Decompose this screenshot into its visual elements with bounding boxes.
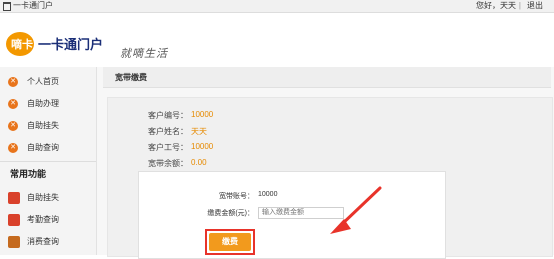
logo-badge-text: 嘀卡 xyxy=(11,37,33,51)
sidebar-item-label: 自助挂失 xyxy=(27,121,59,130)
customer-name-label: 客户姓名： xyxy=(148,127,188,136)
sidebar-item-label: 自助查询 xyxy=(27,143,59,152)
customer-name-value: 天天 xyxy=(191,127,207,136)
broadband-account-value: 10000 xyxy=(258,191,278,198)
customer-staff-id-label: 客户工号： xyxy=(148,143,188,152)
customer-id-value: 10000 xyxy=(191,110,214,119)
x-circle-icon: ✕ xyxy=(8,77,18,87)
brand-logo: 嘀卡 一卡通门户 xyxy=(6,32,103,56)
report-loss-icon xyxy=(8,192,20,204)
broadband-balance-value: 0.00 xyxy=(191,158,207,167)
slogan: 就嘀生活 xyxy=(120,47,168,60)
sidebar-common-consumption[interactable]: 消费查询 xyxy=(0,231,96,253)
common-functions-section: 常用功能 xyxy=(0,161,96,184)
section-header: 宽带缴费 xyxy=(103,67,551,88)
portal-home-link[interactable]: 一卡通门户 xyxy=(3,0,53,12)
portal-home-label: 一卡通门户 xyxy=(13,1,53,10)
brand-name-text: 一卡通门户 xyxy=(38,37,103,53)
broadband-account-label: 宽带账号： xyxy=(219,193,254,200)
section-title: 常用功能 xyxy=(10,169,47,179)
customer-id-label: 客户编号： xyxy=(148,111,188,120)
welcome-text: 您好，天天 xyxy=(476,1,516,10)
sidebar-item-label: 考勤查询 xyxy=(27,215,59,224)
payment-panel: 客户编号： 10000 客户姓名： 天天 客户工号： 10000 宽带余额： 0… xyxy=(107,97,553,259)
sidebar-item-label: 个人首页 xyxy=(27,77,59,86)
sidebar: ✕ 个人首页 ✕ 自助办理 ✕ 自助挂失 ✕ 自助查询 常用功能 自助挂失 考勤… xyxy=(0,67,97,255)
broadband-balance-label: 宽带余额： xyxy=(148,159,188,168)
sidebar-item-self-query[interactable]: ✕ 自助查询 xyxy=(0,137,96,159)
main-content: 宽带缴费 客户编号： 10000 客户姓名： 天天 客户工号： 10000 宽带… xyxy=(97,67,554,259)
pay-button[interactable]: 缴费 xyxy=(209,233,251,251)
home-icon xyxy=(3,1,11,11)
consumption-icon xyxy=(8,236,20,248)
sidebar-item-label: 消费查询 xyxy=(27,237,59,246)
x-circle-icon: ✕ xyxy=(8,99,18,109)
payment-form: 宽带账号： 10000 缴费金额(元)： 缴费 xyxy=(138,171,446,259)
page-title: 宽带缴费 xyxy=(115,73,147,82)
attendance-icon xyxy=(8,214,20,226)
x-circle-icon: ✕ xyxy=(8,143,18,153)
payment-amount-input[interactable] xyxy=(258,207,344,219)
sidebar-common-attendance[interactable]: 考勤查询 xyxy=(0,209,96,231)
top-divider: | xyxy=(518,1,521,10)
sidebar-item-label: 自助挂失 xyxy=(27,193,59,202)
sidebar-item-label: 自助办理 xyxy=(27,99,59,108)
sidebar-common-report-loss[interactable]: 自助挂失 xyxy=(0,187,96,209)
payment-amount-label: 缴费金额(元)： xyxy=(207,210,254,217)
logout-link[interactable]: 退出 xyxy=(527,0,543,12)
customer-staff-id-value: 10000 xyxy=(191,142,214,151)
header: 嘀卡 一卡通门户 就嘀生活 xyxy=(0,13,554,78)
sidebar-item-self-service[interactable]: ✕ 自助办理 xyxy=(0,93,96,115)
x-circle-icon: ✕ xyxy=(8,121,18,131)
top-bar: 一卡通门户 您好，天天 | 退出 xyxy=(0,0,554,13)
sidebar-item-report-loss[interactable]: ✕ 自助挂失 xyxy=(0,115,96,137)
sidebar-item-home[interactable]: ✕ 个人首页 xyxy=(0,71,96,93)
